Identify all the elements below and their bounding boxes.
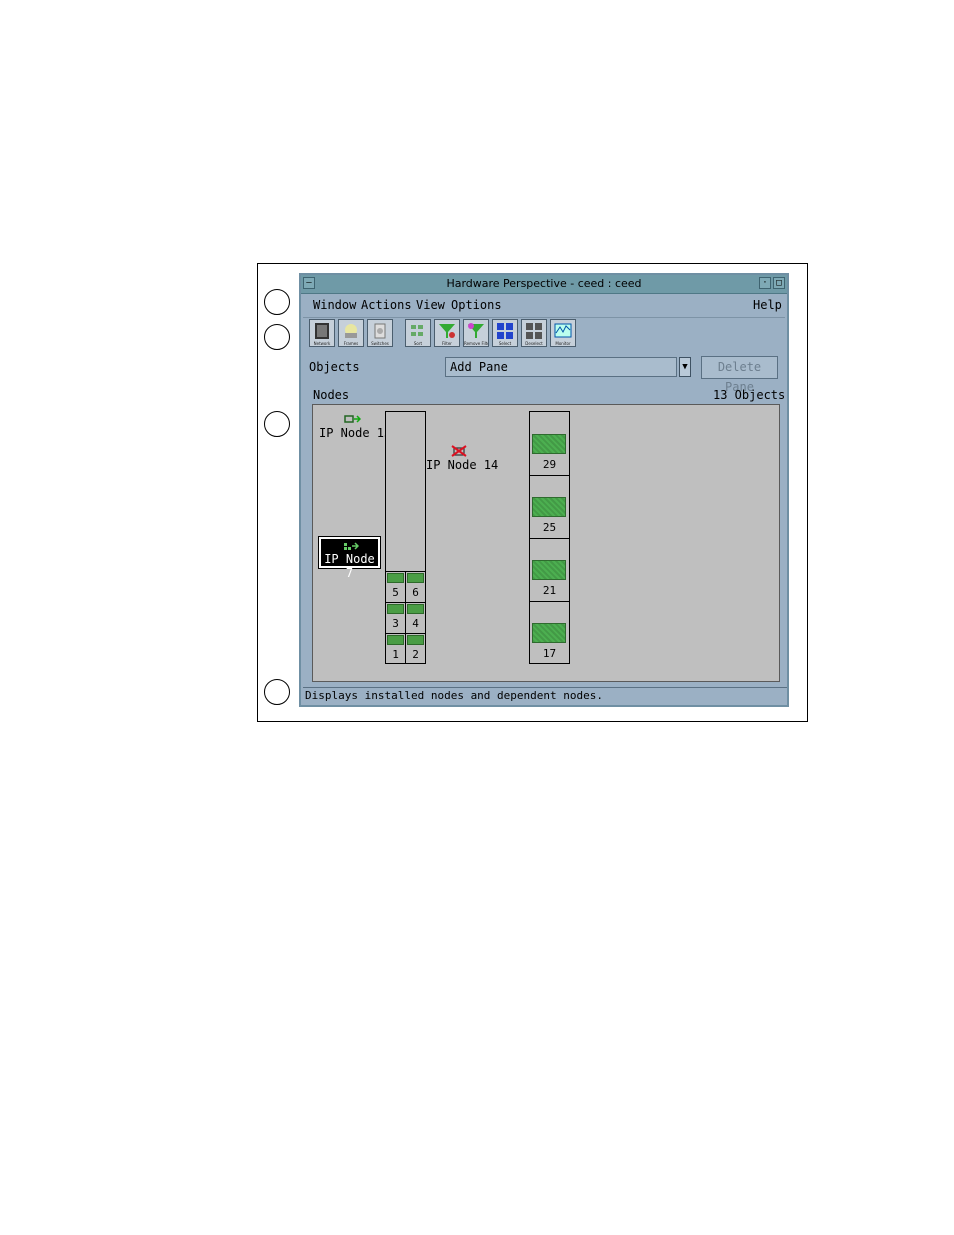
node-4-icon[interactable]	[407, 604, 424, 614]
node-5-icon[interactable]	[387, 573, 404, 583]
add-pane-combo[interactable]: Add Pane	[445, 357, 677, 377]
sort-icon	[411, 325, 423, 336]
nodes-pane: IP Node 15 IP Node 14 IP Node 7 5 6 3 4 …	[312, 404, 780, 682]
ip-node-7-selected[interactable]: IP Node 7	[318, 536, 381, 580]
frames-icon	[345, 324, 357, 338]
node-6-icon[interactable]	[407, 573, 424, 583]
filter-button[interactable]: Filter	[434, 319, 460, 347]
node-5-label: 5	[392, 586, 399, 599]
ip-node-error-icon	[451, 445, 467, 457]
network-button[interactable]: Network	[309, 319, 335, 347]
tool-label: Monitor	[555, 341, 571, 346]
toolbar: Network Frames Switches Sort Filter Remo…	[307, 319, 777, 351]
menu-bar: Window Actions View Options Help	[303, 295, 785, 318]
monitor-icon	[554, 323, 572, 338]
switches-button[interactable]: Switches	[367, 319, 393, 347]
objects-label: Objects	[309, 360, 360, 374]
node-1-label: 1	[392, 648, 399, 661]
deselect-button[interactable]: Deselect	[521, 319, 547, 347]
ip-node-14[interactable]: IP Node 14	[426, 445, 498, 473]
title-bar[interactable]: – Hardware Perspective - ceed : ceed · □	[301, 275, 787, 294]
frame-1[interactable]: 5 6 3 4 1 2	[385, 411, 426, 664]
menu-help[interactable]: Help	[753, 298, 782, 312]
deselect-icon	[526, 323, 542, 339]
tool-label: Network	[313, 341, 331, 346]
node-4-label: 4	[412, 617, 419, 630]
node-25-icon[interactable]	[532, 497, 566, 517]
ip-node-15[interactable]: IP Node 15	[319, 413, 391, 441]
tool-label: Filter	[442, 341, 452, 346]
node-29-icon[interactable]	[532, 434, 566, 454]
tool-label: Select	[498, 341, 512, 346]
ip-node-icon	[344, 542, 359, 550]
remove-filter-button[interactable]: Remove Filter	[463, 319, 489, 347]
callout-3	[264, 411, 290, 437]
frame-slot-row	[530, 601, 569, 602]
minimize-button[interactable]: ·	[759, 277, 771, 289]
maximize-button[interactable]: □	[773, 277, 785, 289]
node-25-label: 25	[542, 521, 557, 534]
node-label: IP Node 14	[426, 458, 499, 472]
node-17-label: 17	[542, 647, 557, 660]
node-2-icon[interactable]	[407, 635, 424, 645]
menu-view[interactable]: View	[416, 298, 445, 312]
node-6-label: 6	[412, 586, 419, 599]
window-title: Hardware Perspective - ceed : ceed	[446, 277, 642, 290]
objects-count: 13 Objects	[713, 388, 786, 402]
callout-1	[264, 289, 290, 315]
monitor-button[interactable]: Monitor	[550, 319, 576, 347]
frame-2[interactable]: 29 25 21 17	[529, 411, 570, 664]
hardware-perspective-window: – Hardware Perspective - ceed : ceed · □…	[299, 273, 789, 707]
filter-icon	[439, 324, 455, 338]
combo-dropdown-arrow[interactable]: ▼	[679, 357, 691, 377]
select-icon	[497, 323, 513, 339]
status-bar: Displays installed nodes and dependent n…	[303, 687, 787, 704]
tool-label: Frames	[343, 341, 359, 346]
node-21-label: 21	[542, 584, 557, 597]
node-3-label: 3	[392, 617, 399, 630]
frames-button[interactable]: Frames	[338, 319, 364, 347]
tool-label: Remove Filter	[464, 341, 488, 346]
tool-label: Switches	[371, 341, 389, 346]
menu-actions[interactable]: Actions	[361, 298, 412, 312]
node-2-label: 2	[412, 648, 419, 661]
nodes-pane-title: Nodes	[313, 388, 350, 402]
menu-window[interactable]: Window	[313, 298, 356, 312]
node-1-icon[interactable]	[387, 635, 404, 645]
node-3-icon[interactable]	[387, 604, 404, 614]
frame-slot-row	[530, 475, 569, 476]
callout-2	[264, 324, 290, 350]
tool-label: Deselect	[525, 341, 543, 346]
switches-icon	[374, 323, 386, 339]
tool-label: Sort	[413, 341, 423, 346]
node-label: IP Node 7	[324, 552, 375, 580]
sort-button[interactable]: Sort	[405, 319, 431, 347]
ip-node-icon	[344, 415, 361, 423]
node-17-icon[interactable]	[532, 623, 566, 643]
node-label: IP Node 15	[319, 426, 392, 440]
node-21-icon[interactable]	[532, 560, 566, 580]
delete-pane-button[interactable]: Delete Pane	[701, 356, 778, 394]
frame-slot-row	[530, 538, 569, 539]
callout-4	[264, 679, 290, 705]
select-button[interactable]: Select	[492, 319, 518, 347]
remove-filter-icon	[468, 323, 484, 338]
node-29-label: 29	[542, 458, 557, 471]
network-icon	[315, 323, 329, 339]
menu-options[interactable]: Options	[451, 298, 502, 312]
